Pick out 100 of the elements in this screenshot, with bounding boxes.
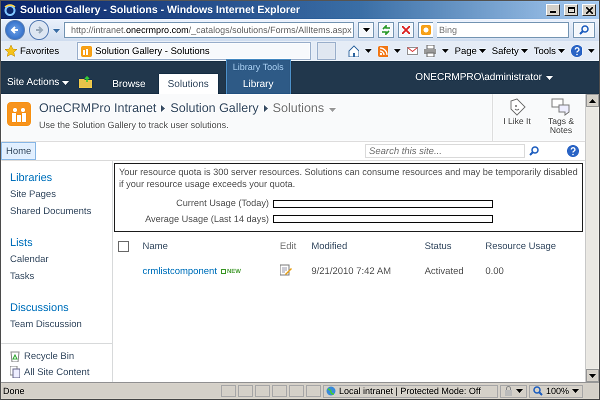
mail-icon[interactable] (407, 47, 418, 55)
new-icon (220, 269, 226, 274)
nav-link[interactable]: Site Pages (1, 186, 112, 203)
caret-icon (572, 389, 579, 393)
up-arrow-icon (589, 98, 596, 102)
refresh-icon (381, 25, 391, 35)
edit-icon[interactable] (280, 264, 292, 276)
nav-heading-link[interactable]: Libraries (1, 170, 112, 186)
folder-icon[interactable] (79, 76, 94, 88)
nav-link[interactable]: Calendar (1, 251, 112, 268)
help-icon[interactable] (567, 145, 579, 157)
down-arrow-icon (589, 374, 596, 378)
column-header[interactable]: Resource Usage (485, 241, 556, 252)
column-header[interactable]: Modified (311, 241, 348, 252)
caret-icon (62, 80, 70, 84)
caret-icon (516, 389, 523, 393)
caret-icon (588, 49, 596, 53)
scroll-down-button[interactable] (586, 369, 599, 382)
social-button[interactable]: I Like It (495, 98, 539, 141)
nav-heading-link[interactable]: Lists (1, 235, 112, 251)
back-button[interactable] (5, 20, 25, 40)
site-search-field[interactable]: Search this site... (365, 144, 525, 158)
scrollbar[interactable] (585, 94, 599, 382)
search-provider-icon (421, 25, 431, 35)
ribbon-tab[interactable]: Browse (103, 74, 155, 94)
command-menu[interactable]: Safety (492, 46, 528, 56)
protected-mode-button[interactable] (500, 384, 527, 398)
tag-smiley-icon (508, 98, 526, 116)
back-arrow-icon (10, 25, 20, 35)
caret-icon (394, 49, 402, 53)
table-cell: 9/21/2010 7:42 AM (311, 266, 392, 277)
status-text: Done (3, 386, 26, 396)
status-pane (288, 385, 304, 397)
caret-icon (442, 49, 449, 53)
select-all-checkbox[interactable] (118, 241, 129, 252)
maximize-icon (568, 7, 574, 13)
zoom-icon (532, 386, 543, 396)
help-icon[interactable] (570, 45, 582, 57)
breadcrumb-link[interactable]: Solution Gallery (170, 101, 259, 115)
nav-link[interactable]: All Site Content (24, 366, 90, 378)
status-pane (220, 385, 236, 397)
caret-icon (362, 28, 370, 32)
minimize-button[interactable] (546, 4, 560, 16)
nav-tab[interactable]: Home (1, 142, 36, 160)
zoom-button[interactable]: 100% (528, 384, 583, 398)
usage-label: Average Usage (Last 14 days) (144, 214, 269, 225)
page-description: Use the Solution Gallery to track user solutions. (39, 120, 230, 130)
address-field[interactable]: http://intranet.onecrmpro.com/_catalogs/solutions/Forms/AllItems.aspx (64, 22, 354, 38)
command-menu[interactable]: Tools (534, 46, 565, 56)
caret-icon (520, 49, 528, 53)
browser-logo-icon (4, 4, 16, 16)
scroll-up-button[interactable] (586, 94, 599, 107)
usage-label: Current Usage (Today) (175, 198, 269, 210)
caret-icon (478, 49, 486, 53)
maximize-button[interactable] (564, 4, 578, 16)
favorites-button[interactable]: Favorites (5, 45, 60, 57)
browser-tab[interactable]: Solution Gallery - Solutions (77, 42, 311, 60)
user-menu[interactable]: ONECRMPRO\administrator (409, 71, 559, 84)
site-icon (81, 46, 92, 56)
dropdown-button[interactable] (358, 22, 374, 38)
close-button[interactable] (582, 4, 596, 16)
breadcrumb-link[interactable]: Solutions (272, 101, 324, 115)
ribbon-tab[interactable]: Library (226, 74, 290, 94)
nav-link[interactable]: Team Discussion (1, 316, 112, 333)
feed-icon[interactable] (378, 46, 388, 56)
column-header[interactable]: Name (142, 241, 168, 252)
quota-message: Your resource quota is 300 server resources. Solutions can consume resources and may be temporarily disabled if your resource usage exceeds your quota. (119, 167, 578, 190)
security-zone: Local intranet | Protected Mode: Off (322, 384, 498, 398)
status-pane (306, 385, 321, 397)
column-header[interactable]: Edit (280, 241, 296, 252)
column-header[interactable]: Status (424, 241, 452, 252)
social-button[interactable]: Tags & Notes (539, 98, 583, 141)
search-icon[interactable] (529, 146, 539, 156)
lock-icon (504, 386, 513, 396)
nav-link[interactable]: Tasks (1, 268, 112, 285)
command-menu[interactable]: Page (454, 46, 486, 56)
forward-button[interactable] (29, 20, 49, 40)
nav-link[interactable]: Shared Documents (1, 203, 112, 220)
search-field[interactable]: Bing (437, 22, 569, 38)
stop-button[interactable] (398, 22, 414, 38)
printer-icon[interactable] (424, 45, 436, 57)
caret-icon (558, 49, 565, 53)
table-cell: 0.00 (485, 266, 504, 277)
search-button[interactable] (573, 22, 595, 38)
chevron-icon (264, 104, 268, 112)
close-icon (586, 6, 592, 14)
caret-icon (53, 28, 60, 32)
forward-arrow-icon (34, 25, 44, 35)
nav-heading-link[interactable]: Discussions (1, 300, 112, 316)
table-cell: Activated (424, 266, 464, 277)
nav-link[interactable]: Recycle Bin (24, 350, 74, 362)
home-icon[interactable] (348, 45, 360, 57)
tags-notes-icon (551, 98, 571, 116)
site-actions-menu[interactable]: Site Actions (7, 77, 70, 94)
solution-link[interactable]: crmlistcomponent (142, 266, 217, 277)
ribbon-tab[interactable]: Solutions (158, 74, 218, 94)
status-pane (272, 385, 287, 397)
breadcrumb-link[interactable]: OneCRMPro Intranet (39, 101, 156, 115)
tab-group-label: Library Tools (232, 61, 285, 74)
recycle-bin-icon (10, 350, 20, 362)
